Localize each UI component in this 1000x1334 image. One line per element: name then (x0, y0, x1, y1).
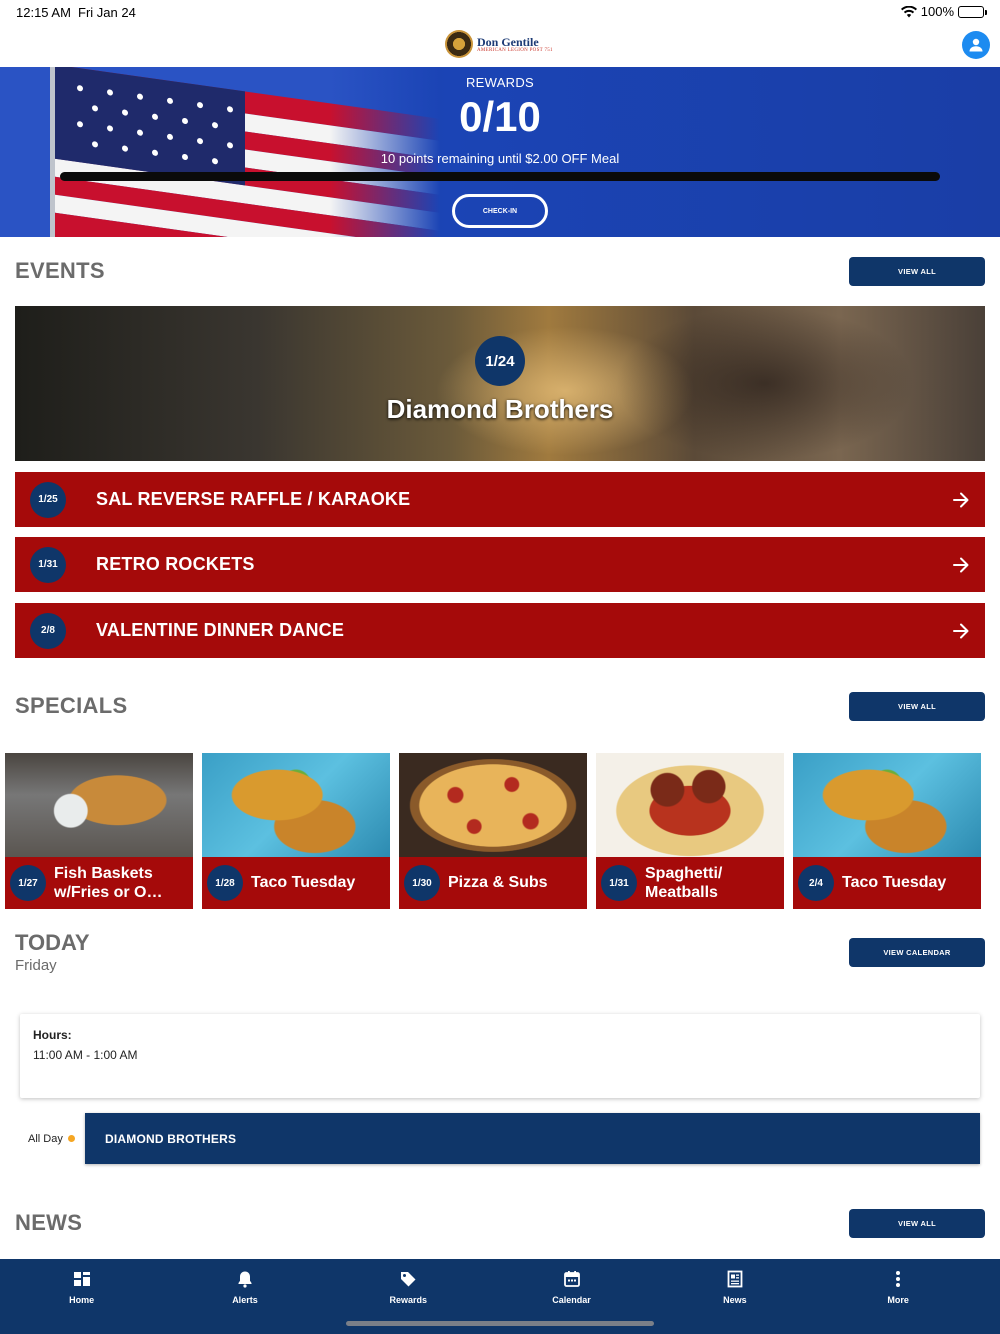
featured-event-card[interactable]: 1/24 Diamond Brothers (15, 306, 985, 461)
special-card[interactable]: 1/30 Pizza & Subs (399, 753, 587, 909)
special-date-badge: 1/28 (207, 865, 243, 901)
tab-news[interactable]: News (653, 1259, 816, 1334)
featured-event-date: 1/24 (475, 336, 525, 386)
arrow-right-icon (953, 492, 969, 507)
event-title: SAL REVERSE RAFFLE / KARAOKE (96, 489, 411, 509)
spaghetti-image (596, 753, 784, 858)
event-date-badge: 1/25 (30, 481, 66, 518)
taco-image (793, 753, 981, 858)
today-day: Friday (15, 957, 57, 974)
home-indicator[interactable] (346, 1321, 654, 1326)
logo-name: Don Gentile (477, 34, 539, 49)
today-title: TODAY (15, 930, 90, 955)
events-title: EVENTS (15, 258, 105, 283)
rewards-count: 0/10 (459, 93, 541, 140)
tab-label: Alerts (232, 1295, 258, 1305)
special-title: Pizza & Subs (448, 874, 548, 892)
logo-subtitle: AMERICAN LEGION POST 751 (477, 47, 553, 53)
special-date-badge: 1/31 (601, 865, 637, 901)
tab-label: Calendar (552, 1295, 591, 1305)
specials-view-all-button[interactable]: VIEW ALL (849, 692, 985, 721)
special-title: Taco Tuesday (842, 874, 947, 892)
event-row[interactable]: 2/8 VALENTINE DINNER DANCE (15, 603, 985, 658)
hours-value: 11:00 AM - 1:00 AM (33, 1048, 138, 1062)
special-card[interactable]: 1/31 Spaghetti/ Meatballs (596, 753, 784, 909)
news-view-all-button[interactable]: VIEW ALL (849, 1209, 985, 1238)
event-row[interactable]: 1/31 RETRO ROCKETS (15, 537, 985, 592)
dashboard-icon (73, 1272, 90, 1286)
status-date: Fri Jan 24 (78, 5, 136, 20)
tab-more[interactable]: More (816, 1259, 979, 1334)
status-bar: 12:15 AM Fri Jan 24 100% (0, 0, 1000, 24)
tab-label: News (723, 1295, 747, 1305)
special-card[interactable]: 1/28 Taco Tuesday (202, 753, 390, 909)
hours-label: Hours: (33, 1028, 72, 1042)
all-day-label: All Day (28, 1133, 63, 1145)
profile-button[interactable] (962, 31, 990, 59)
special-date-badge: 2/4 (798, 865, 834, 901)
calendar-icon (563, 1271, 580, 1287)
event-row[interactable]: 1/25 SAL REVERSE RAFFLE / KARAOKE (15, 472, 985, 527)
wifi-icon (900, 5, 917, 17)
special-card[interactable]: 1/27 Fish Baskets w/Fries or O… (5, 753, 193, 909)
event-title: VALENTINE DINNER DANCE (96, 620, 345, 640)
event-title: RETRO ROCKETS (96, 554, 255, 574)
special-title: Fish Baskets w/Fries or O… (54, 864, 163, 901)
tab-label: Home (69, 1295, 95, 1305)
event-date-badge: 2/8 (30, 612, 66, 649)
arrow-right-icon (953, 557, 969, 572)
special-date-badge: 1/30 (404, 865, 440, 901)
special-date-badge: 1/27 (10, 865, 46, 901)
rewards-banner: REWARDS 0/10 10 points remaining until $… (0, 67, 1000, 237)
tab-label: Rewards (389, 1295, 427, 1305)
events-view-all-button[interactable]: VIEW ALL (849, 257, 985, 286)
view-calendar-button[interactable]: VIEW CALENDAR (849, 938, 985, 967)
arrow-right-icon (953, 623, 969, 638)
app-logo: Don Gentile AMERICAN LEGION POST 751 (445, 30, 553, 58)
taco-image (202, 753, 390, 858)
rewards-message: 10 points remaining until $2.00 OFF Meal (380, 151, 620, 166)
battery-percent: 100% (920, 4, 954, 19)
status-right: 100% (900, 4, 987, 19)
fish-basket-image (5, 753, 193, 858)
special-title: Taco Tuesday (251, 874, 356, 892)
special-card[interactable]: 2/4 Taco Tuesday (793, 753, 981, 909)
tag-icon (401, 1272, 416, 1287)
rewards-progress-bar (60, 172, 940, 181)
pizza-image (399, 753, 587, 858)
specials-title: SPECIALS (15, 693, 128, 718)
rewards-label: REWARDS (465, 75, 535, 90)
battery-icon (958, 5, 987, 18)
hours-card: Hours: 11:00 AM - 1:00 AM (20, 1014, 980, 1098)
app-header: Don Gentile AMERICAN LEGION POST 751 (0, 24, 1000, 67)
news-title: NEWS (15, 1210, 83, 1235)
special-title: Spaghetti/ Meatballs (645, 864, 723, 901)
featured-event-title: Diamond Brothers (386, 394, 614, 424)
newspaper-icon (727, 1270, 743, 1288)
legion-seal-icon (445, 30, 473, 58)
event-dot-icon (68, 1135, 75, 1142)
more-vertical-icon (896, 1271, 901, 1287)
tab-alerts[interactable]: Alerts (163, 1259, 326, 1334)
status-time: 12:15 AM (16, 5, 71, 20)
check-in-button[interactable]: CHECK-IN (452, 194, 548, 228)
today-event-item[interactable]: DIAMOND BROTHERS (85, 1113, 980, 1164)
tab-label: More (887, 1295, 909, 1305)
user-icon (969, 38, 983, 52)
bell-icon (238, 1271, 252, 1288)
tab-home[interactable]: Home (0, 1259, 163, 1334)
event-date-badge: 1/31 (30, 546, 66, 583)
